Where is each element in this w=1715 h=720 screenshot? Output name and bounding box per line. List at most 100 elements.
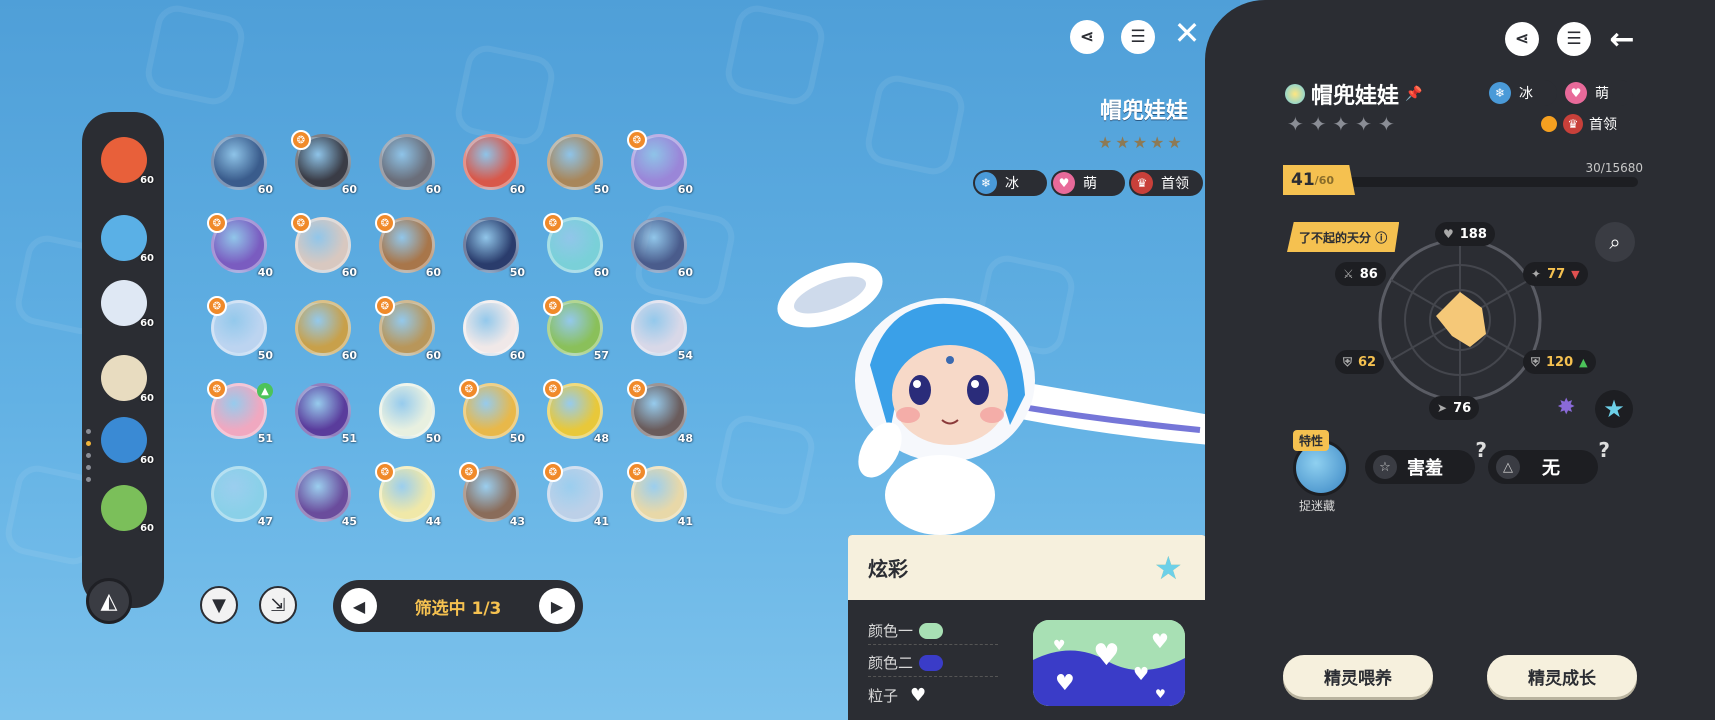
stat-defense: ⛨ 62	[1335, 350, 1385, 374]
feed-pet-button[interactable]: 精灵喂养	[1283, 655, 1433, 697]
color-row-label: 粒子	[868, 687, 899, 705]
detail-pet-name: 帽兜娃娃 📌	[1285, 78, 1422, 110]
detail-share-button[interactable]: ⋖	[1505, 22, 1539, 56]
svg-text:♥: ♥	[1055, 671, 1075, 696]
release-button[interactable]: ⇲	[259, 586, 297, 624]
pet-portrait	[379, 383, 435, 439]
pet-portrait	[295, 466, 351, 522]
heart-icon: ♥	[910, 685, 927, 706]
exp-text: 30/15680	[1585, 161, 1644, 175]
detail-list-button[interactable]: ☰	[1557, 22, 1591, 56]
list-button[interactable]: ☰	[1121, 20, 1155, 54]
pet-3d-model	[777, 262, 1210, 535]
nature-star-icon[interactable]: ✸	[1557, 395, 1575, 420]
arrow-down-icon: ▼	[1571, 267, 1580, 281]
filter-button[interactable]: ▼	[200, 586, 238, 624]
detail-boss-row: ♛ 首领	[1541, 114, 1617, 134]
pet-grid-item[interactable]: ❂ 60	[373, 294, 441, 362]
rail-pet-tab[interactable]: 60	[96, 480, 154, 536]
rail-pet-tab[interactable]: 60	[96, 350, 154, 406]
color-row-particle: 粒子 ♥	[868, 685, 926, 706]
back-button[interactable]: ←	[1605, 22, 1639, 57]
pet-grid-item[interactable]: ❂ 60	[373, 211, 441, 279]
bg-pattern	[141, 1, 249, 109]
pet-grid-item[interactable]: 50	[373, 377, 441, 445]
pet-level: 60	[341, 349, 357, 362]
nature-pill-1[interactable]: ☆ 害羞 ?	[1365, 438, 1487, 484]
pet-grid-item[interactable]: ❂ 57	[541, 294, 609, 362]
wand-icon: ✦	[1531, 267, 1542, 281]
stat-value: 86	[1359, 266, 1378, 282]
pager-prev-button[interactable]: ◀	[341, 588, 377, 624]
pet-grid-item[interactable]: 51	[289, 377, 357, 445]
inspect-button[interactable]: ⌕	[1595, 222, 1635, 262]
pet-grid-item[interactable]: ❂ 60	[541, 211, 609, 279]
snowflake-icon: ❄	[975, 172, 997, 194]
shiny-toggle-button[interactable]: ★	[1595, 390, 1633, 428]
pet-grid-item[interactable]: 47	[205, 460, 273, 528]
pet-grid-item[interactable]: 60	[205, 128, 273, 196]
pet-level: 60	[341, 266, 357, 279]
pet-level: 50	[593, 183, 609, 196]
pet-grid-item[interactable]: ❂ 60	[289, 128, 357, 196]
pager-next-button[interactable]: ▶	[538, 588, 575, 624]
fire-badge-icon: ❂	[375, 296, 395, 316]
pet-grid-item[interactable]: ❂ 41	[541, 460, 609, 528]
pet-grid-item[interactable]: ❂ 48	[541, 377, 609, 445]
pet-grid-item[interactable]: ❂ ▲ 51	[205, 377, 273, 445]
pet-grid-item[interactable]: 60	[289, 294, 357, 362]
color-swatch	[919, 654, 944, 671]
grow-pet-button[interactable]: 精灵成长	[1487, 655, 1637, 697]
pet-grid-item[interactable]: ❂ 44	[373, 460, 441, 528]
question-icon: ?	[1475, 438, 1487, 462]
rail-pet-tab[interactable]: 60	[96, 210, 154, 266]
list-icon: ☰	[1566, 29, 1582, 49]
pet-grid-item[interactable]: ❂ 48	[625, 377, 693, 445]
pet-level: 60	[257, 183, 273, 196]
boot-icon: ➤	[1437, 401, 1448, 415]
pet-grid-item[interactable]: 45	[289, 460, 357, 528]
triangle-right-icon: ▶	[550, 596, 564, 616]
svg-text:♥: ♥	[1093, 638, 1120, 673]
stat-sp-defense: ⛨ 120 ▲	[1523, 350, 1596, 374]
pet-portrait	[463, 300, 519, 356]
pet-grid-item[interactable]: ❂ 50	[205, 294, 273, 362]
pet-grid-item[interactable]: 50	[457, 211, 525, 279]
shiny-star-icon[interactable]: ★	[1154, 549, 1192, 587]
pet-grid-item[interactable]: ❂ 50	[457, 377, 525, 445]
question-icon: ?	[1598, 438, 1610, 462]
fire-badge-icon: ❂	[207, 379, 227, 399]
pet-grid-item[interactable]: ❂ 43	[457, 460, 525, 528]
pager-text: 筛选中 1/3	[414, 598, 502, 619]
trainer-avatar-button[interactable]: ◭	[86, 578, 132, 624]
rail-pet-tab[interactable]: 60	[96, 275, 154, 331]
nature-pill-2[interactable]: △ 无 ?	[1488, 438, 1610, 484]
pet-grid-item[interactable]: ❂ 41	[625, 460, 693, 528]
pet-portrait	[547, 134, 603, 190]
pet-grid-item[interactable]: ❂ 40	[205, 211, 273, 279]
fire-badge-icon: ❂	[375, 213, 395, 233]
close-button[interactable]: ✕	[1170, 14, 1204, 52]
pet-grid-item[interactable]: 50	[541, 128, 609, 196]
bg-pattern	[861, 71, 969, 179]
pet-grid-item[interactable]: ❂ 60	[625, 128, 693, 196]
pet-grid-item[interactable]: 60	[373, 128, 441, 196]
pet-grid-item[interactable]: 54	[625, 294, 693, 362]
pet-level: 45	[341, 515, 357, 528]
boss-tag: ♛ 首领	[1129, 170, 1203, 196]
level-label: 41/60	[1283, 165, 1355, 195]
pet-grid-item[interactable]: 60	[625, 211, 693, 279]
pet-level: 60	[140, 393, 154, 404]
pet-grid-item[interactable]: 60	[457, 294, 525, 362]
rail-pet-tab[interactable]: 60	[96, 132, 154, 188]
level-bar: 41/60 30/15680	[1283, 161, 1643, 195]
share-button[interactable]: ⋖	[1070, 20, 1104, 54]
pet-grid-item[interactable]: ❂ 60	[289, 211, 357, 279]
pet-portrait	[295, 383, 351, 439]
crown-icon: ♛	[1563, 114, 1583, 134]
rail-pet-tab[interactable]: 60	[96, 412, 154, 468]
pet-grid-item[interactable]: 60	[457, 128, 525, 196]
pet-level: 60	[140, 175, 154, 186]
type-tag-ice: ❄ 冰	[973, 170, 1047, 196]
crown-icon: ♛	[1131, 172, 1153, 194]
